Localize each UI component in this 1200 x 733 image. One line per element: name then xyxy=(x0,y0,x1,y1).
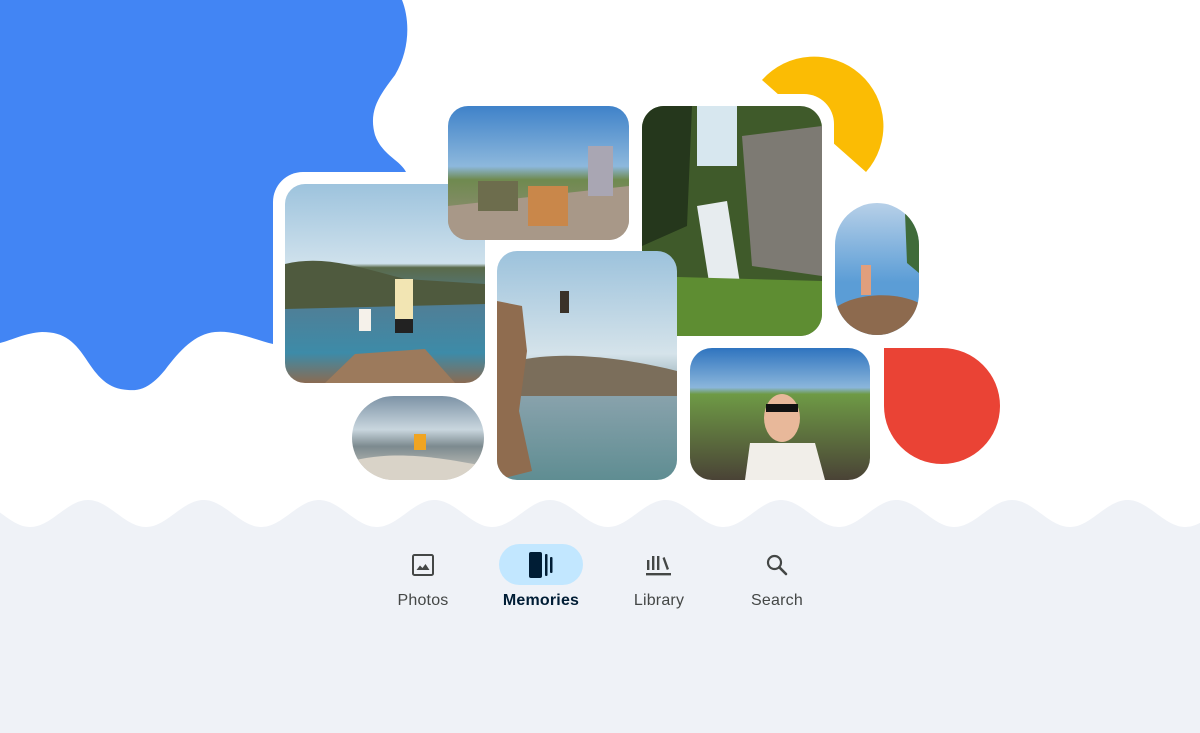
nav-label: Photos xyxy=(397,592,449,609)
canyon-photo[interactable] xyxy=(352,396,484,480)
nav-item-search[interactable]: Search xyxy=(727,544,827,614)
nav-label: Library xyxy=(633,592,685,609)
sunglasses-photo[interactable] xyxy=(690,348,870,480)
bottom-navigation: Photos Memories Library Search xyxy=(0,530,1200,630)
nav-label: Search xyxy=(751,592,803,609)
nav-pill-search xyxy=(735,544,819,585)
red-teardrop xyxy=(884,348,1000,464)
memories-promo-screen: Photos Memories Library Search xyxy=(0,0,1200,733)
nav-item-library[interactable]: Library xyxy=(609,544,709,614)
nav-pill-memories xyxy=(499,544,583,585)
memories-icon xyxy=(527,551,555,578)
nav-label: Memories xyxy=(502,592,580,609)
library-icon xyxy=(646,553,672,577)
search-icon xyxy=(765,553,789,577)
nav-pill-photos xyxy=(381,544,465,585)
nav-pill-library xyxy=(617,544,701,585)
sunbather-photo[interactable] xyxy=(835,203,919,335)
group-photo[interactable] xyxy=(448,106,629,240)
nav-item-photos[interactable]: Photos xyxy=(373,544,473,614)
nav-item-memories[interactable]: Memories xyxy=(491,544,591,614)
cliff-jump-photo[interactable] xyxy=(497,251,677,480)
photo-icon xyxy=(411,553,435,577)
